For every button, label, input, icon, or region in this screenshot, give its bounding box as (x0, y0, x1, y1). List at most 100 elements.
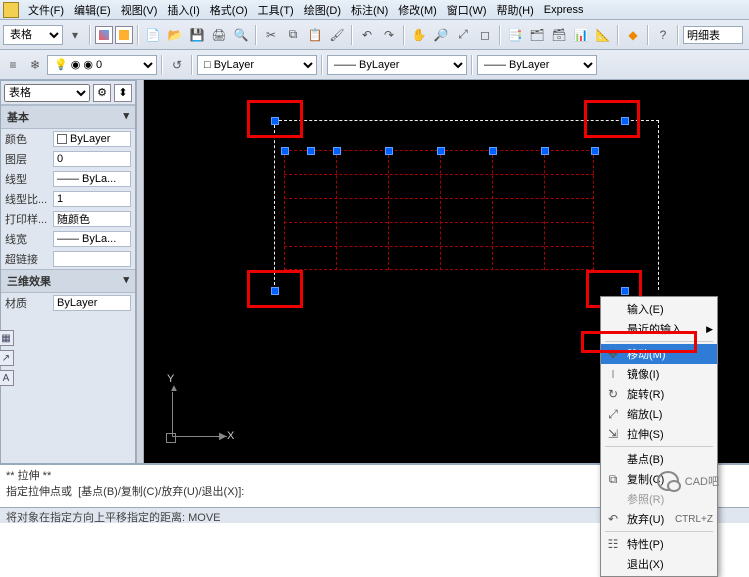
grip[interactable] (281, 147, 289, 155)
new-icon[interactable]: 📄 (143, 25, 163, 45)
label-color: 颜色 (5, 131, 53, 147)
toolbar-layers: ≡ ❄ 💡 ◉ ◉ 0 ↺ □ ByLayer —— ByLayer —— By… (0, 50, 749, 80)
tool-pal-icon[interactable]: 🗃 (549, 25, 569, 45)
menu-view[interactable]: 视图(V) (116, 0, 163, 20)
sheet-icon[interactable]: 📊 (571, 25, 591, 45)
ctx-mirror[interactable]: ⧙镜像(I) (601, 364, 717, 384)
pickadd-icon[interactable]: ⬍ (114, 84, 132, 102)
linetype-combo[interactable]: —— ByLayer (327, 55, 467, 75)
ctx-rotate[interactable]: ↻旋转(R) (601, 384, 717, 404)
toolbar-btn-01[interactable]: ▾ (65, 25, 85, 45)
ctx-move[interactable]: ✥移动(M) (601, 344, 717, 364)
tutorial-highlight (584, 100, 640, 138)
redo-icon[interactable]: ↷ (379, 25, 399, 45)
lineweight-combo[interactable]: —— ByLayer (477, 55, 597, 75)
grip[interactable] (307, 147, 315, 155)
menu-insert[interactable]: 插入(I) (162, 0, 204, 20)
tutorial-highlight (247, 100, 303, 138)
menu-express[interactable]: Express (539, 2, 589, 18)
preview-icon[interactable]: 🔍 (231, 25, 251, 45)
menu-window[interactable]: 窗口(W) (442, 0, 492, 20)
grip[interactable] (489, 147, 497, 155)
layer-filter-icon[interactable]: ❄ (25, 55, 45, 75)
dcenter-icon[interactable]: 🗂 (527, 25, 547, 45)
scale-icon: ⤢ (605, 406, 621, 422)
quickselect-icon[interactable]: ⚙ (93, 84, 111, 102)
open-icon[interactable]: 📂 (165, 25, 185, 45)
side-icon-1[interactable]: ▦ (0, 330, 14, 346)
group-basic[interactable]: 基本▾ (1, 105, 135, 129)
chevron-down-icon: ▾ (123, 273, 129, 289)
markup-icon[interactable]: 📐 (593, 25, 613, 45)
menu-help[interactable]: 帮助(H) (492, 0, 539, 20)
side-icon-2[interactable]: ↗ (0, 350, 14, 366)
watermark: CAD吧 (657, 471, 719, 491)
grip[interactable] (385, 147, 393, 155)
match-icon[interactable]: 🖌 (327, 25, 347, 45)
ctx-abandon[interactable]: ↶放弃(U)CTRL+Z (601, 509, 717, 529)
ucs-icon: Y X ▲ ▶ (169, 387, 229, 437)
selection-combo[interactable]: 表格 (4, 84, 90, 102)
ctx-ref: 参照(R) (601, 489, 717, 509)
grip[interactable] (437, 147, 445, 155)
grip[interactable] (591, 147, 599, 155)
side-icon-3[interactable]: A (0, 370, 14, 386)
group-3d[interactable]: 三维效果▾ (1, 269, 135, 293)
menu-format[interactable]: 格式(O) (205, 0, 253, 20)
layer-combo[interactable]: 💡 ◉ ◉ 0 (47, 55, 157, 75)
panel-resize-handle[interactable] (136, 80, 144, 483)
undo-icon[interactable]: ↶ (357, 25, 377, 45)
menu-annotate[interactable]: 标注(N) (346, 0, 393, 20)
menu-modify[interactable]: 修改(M) (393, 0, 442, 20)
value-ltype[interactable]: —— ByLa... (53, 171, 131, 187)
color-combo[interactable]: □ ByLayer (197, 55, 317, 75)
zoom-icon[interactable]: 🔎 (431, 25, 451, 45)
zoom-ext-icon[interactable]: ⤢ (453, 25, 473, 45)
value-color[interactable]: ByLayer (53, 131, 131, 147)
ctx-scale[interactable]: ⤢缩放(L) (601, 404, 717, 424)
layer-prev-icon[interactable]: ↺ (167, 55, 187, 75)
grip[interactable] (333, 147, 341, 155)
paste-icon[interactable]: 📋 (305, 25, 325, 45)
ctx-base[interactable]: 基点(B) (601, 449, 717, 469)
toolbar-standard: 表格 ▾ 📄 📂 💾 🖨 🔍 ✂ ⧉ 📋 🖌 ↶ ↷ ✋ 🔎 ⤢ ◻ 📑 🗂 🗃… (0, 20, 749, 50)
properties-panel: 表格 ⚙ ⬍ 基本▾ 颜色ByLayer 图层0 线型—— ByLa... 线型… (0, 80, 136, 483)
rotate-icon: ↻ (605, 386, 621, 402)
table-style-combo[interactable]: 表格 (3, 25, 63, 45)
value-lw[interactable]: —— ByLa... (53, 231, 131, 247)
palette-btn-1[interactable] (95, 26, 113, 44)
value-plot[interactable]: 随颜色 (53, 211, 131, 227)
move-icon: ✥ (605, 346, 621, 362)
props-icon[interactable]: 📑 (505, 25, 525, 45)
copy-icon[interactable]: ⧉ (283, 25, 303, 45)
detail-field[interactable] (683, 26, 743, 44)
value-layer[interactable]: 0 (53, 151, 131, 167)
ctx-stretch[interactable]: ⇲拉伸(S) (601, 424, 717, 444)
left-column: 表格 ⚙ ⬍ 基本▾ 颜色ByLayer 图层0 线型—— ByLa... 线型… (0, 80, 144, 483)
pan-icon[interactable]: ✋ (409, 25, 429, 45)
label-lw: 线宽 (5, 231, 53, 247)
menu-draw[interactable]: 绘图(D) (299, 0, 346, 20)
grip[interactable] (541, 147, 549, 155)
value-ltscale[interactable]: 1 (53, 191, 131, 207)
help-icon[interactable]: ? (653, 25, 673, 45)
palette-btn-2[interactable] (115, 26, 133, 44)
label-layer: 图层 (5, 151, 53, 167)
value-hyper[interactable] (53, 251, 131, 267)
stretch-icon: ⇲ (605, 426, 621, 442)
print-icon[interactable]: 🖨 (209, 25, 229, 45)
layer-mgr-icon[interactable]: ≡ (3, 55, 23, 75)
ctx-recent[interactable]: 最近的输入▶ (601, 319, 717, 339)
save-icon[interactable]: 💾 (187, 25, 207, 45)
ctx-props[interactable]: ☷特性(P) (601, 534, 717, 554)
render-icon[interactable]: ◆ (623, 25, 643, 45)
zoom-win-icon[interactable]: ◻ (475, 25, 495, 45)
ctx-enter[interactable]: 输入(E) (601, 299, 717, 319)
cut-icon[interactable]: ✂ (261, 25, 281, 45)
menu-file[interactable]: 文件(F) (23, 0, 69, 20)
menu-tools[interactable]: 工具(T) (253, 0, 299, 20)
value-material[interactable]: ByLayer (53, 295, 131, 311)
ctx-exit[interactable]: 退出(X) (601, 554, 717, 574)
menu-edit[interactable]: 编辑(E) (69, 0, 116, 20)
label-ltscale: 线型比... (5, 191, 53, 207)
